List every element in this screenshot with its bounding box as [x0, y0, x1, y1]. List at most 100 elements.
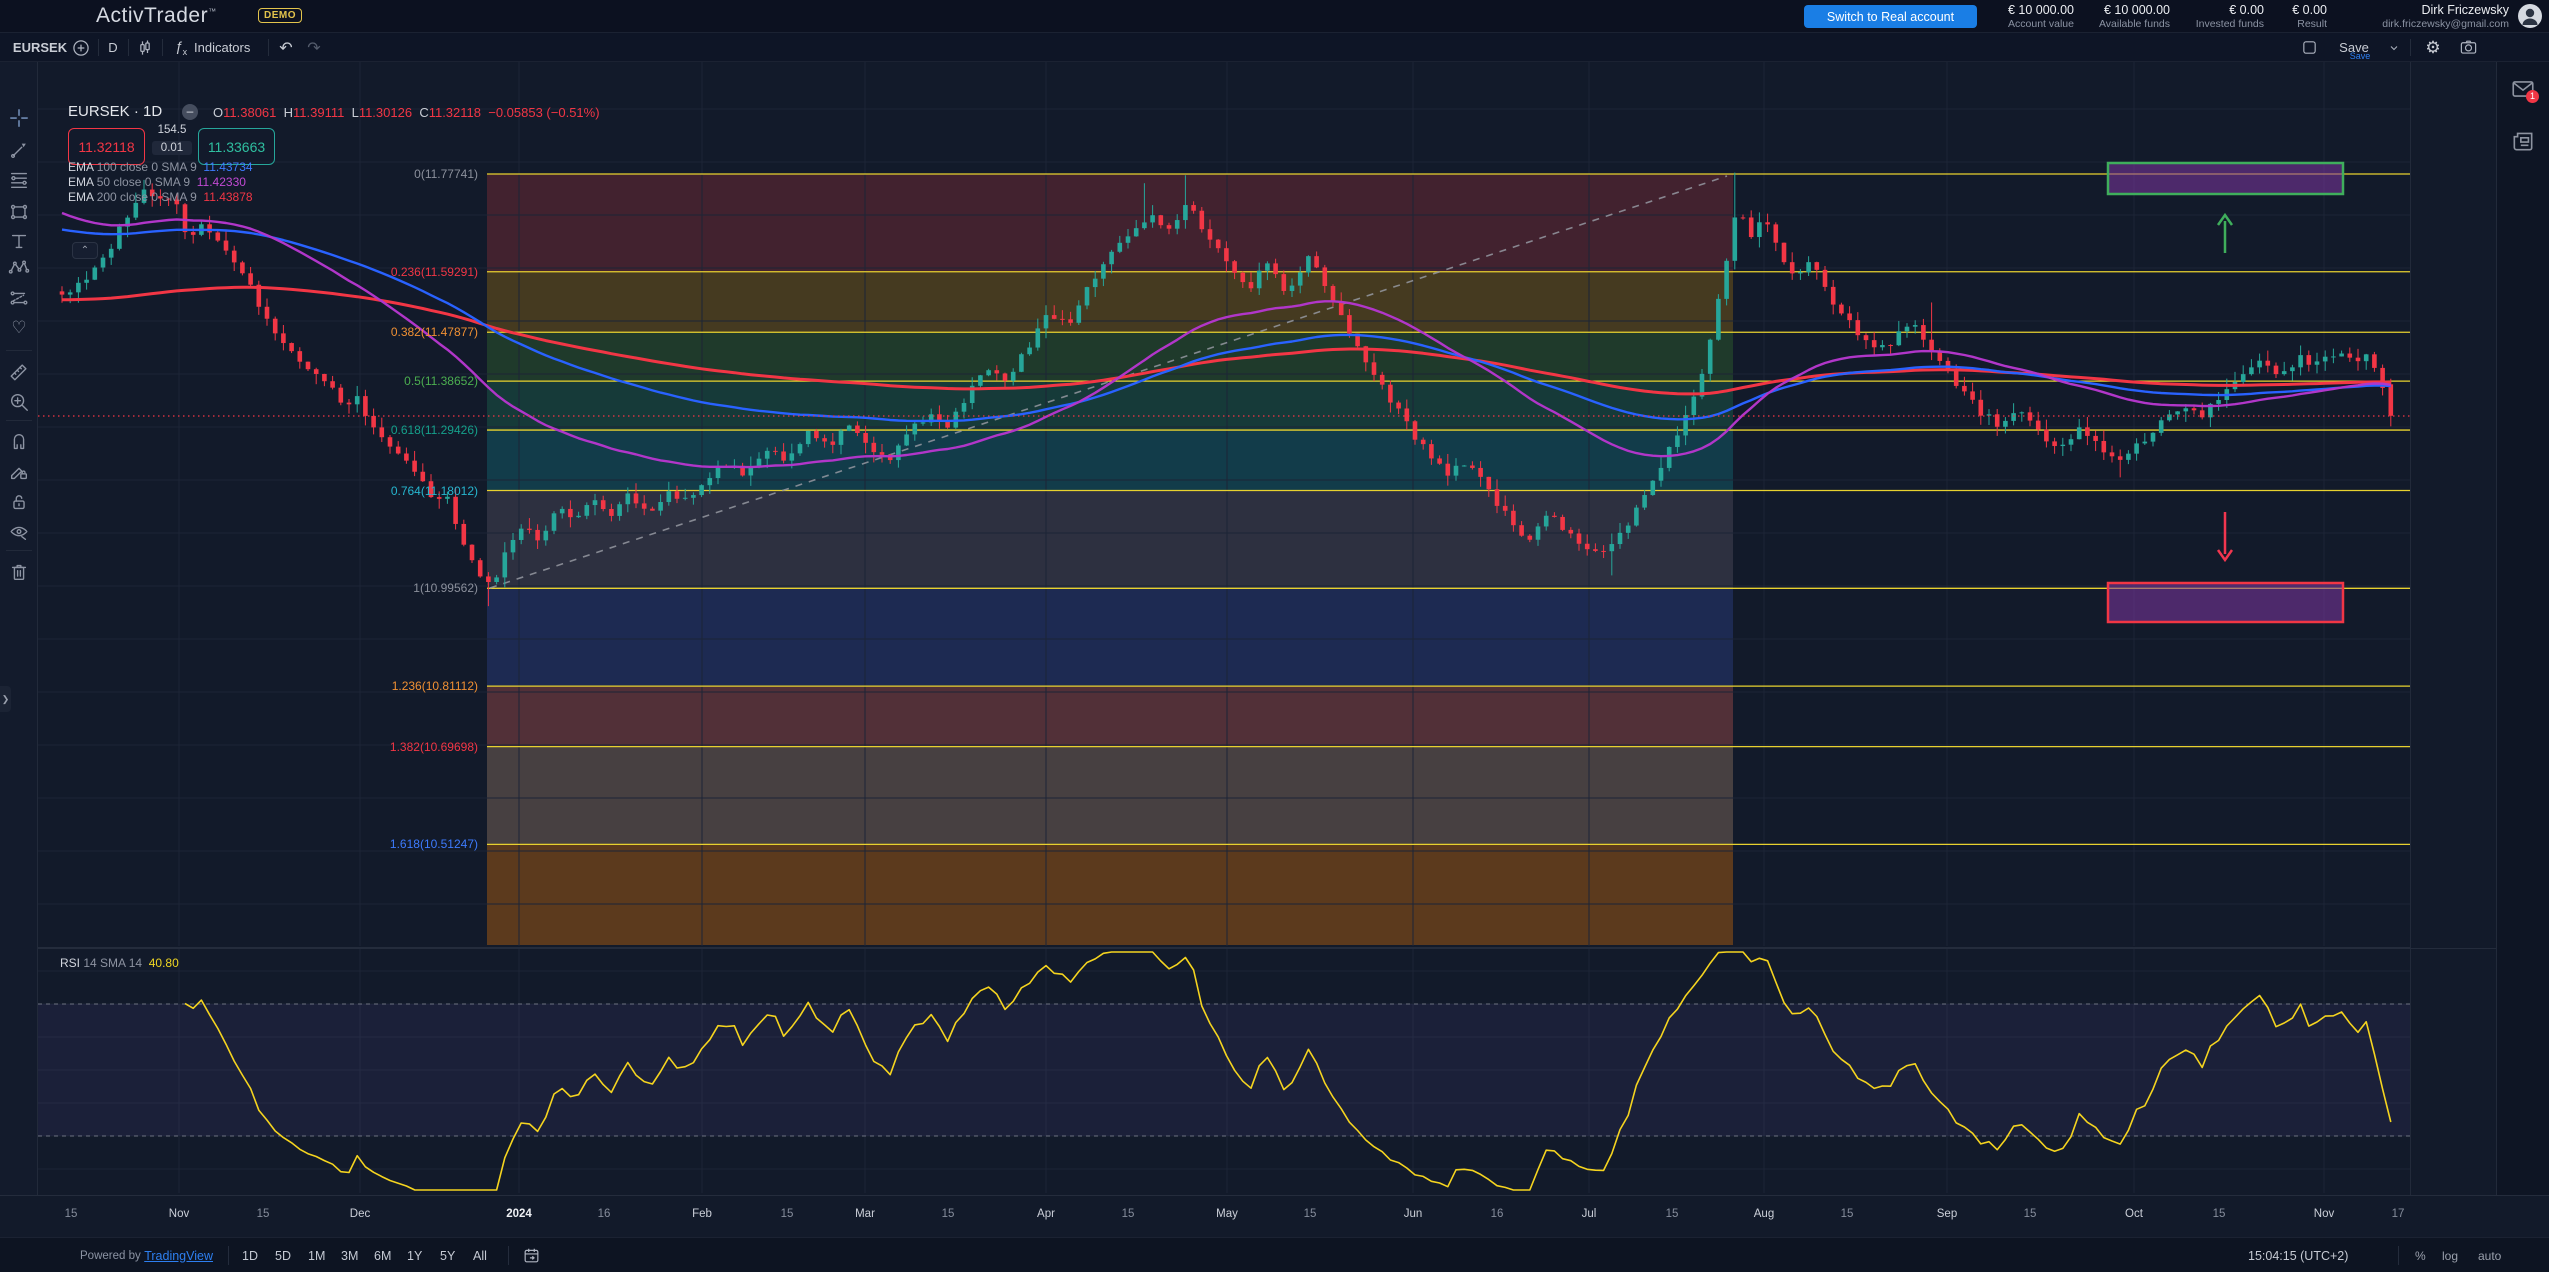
fib-level-label: 1(10.99562) — [413, 581, 478, 595]
time-tick: Oct — [2125, 1208, 2143, 1220]
clock[interactable]: 15:04:15 (UTC+2) — [2248, 1238, 2348, 1272]
spread-value: 154.5 — [147, 124, 197, 136]
tools-separator — [6, 350, 32, 351]
compare-add-button[interactable] — [64, 33, 98, 62]
chart-toolbar: EURSEK D ƒx Indicators ↶ ↷ Save Save ⚙ — [0, 33, 2549, 62]
layout-button[interactable] — [2294, 33, 2324, 62]
go-to-date-button[interactable] — [522, 1238, 541, 1272]
expand-panel-chevron[interactable]: ❯ — [0, 686, 11, 712]
pane-divider[interactable] — [38, 948, 2496, 949]
chart-style-button[interactable] — [128, 33, 162, 62]
time-tick: May — [1216, 1208, 1238, 1220]
percent-scale-toggle[interactable]: % — [2415, 1238, 2426, 1272]
time-tick: 15 — [1304, 1208, 1317, 1220]
chart-legend-title[interactable]: EURSEK · 1D — [68, 103, 162, 120]
pip-step-value: 0.01 — [152, 141, 192, 155]
tools-separator — [6, 550, 32, 551]
hide-all-tool[interactable] — [7, 520, 31, 544]
drawing-mode-tool[interactable] — [7, 460, 31, 484]
user-info[interactable]: Dirk Friczewskydirk.friczewsky@gmail.com — [2382, 3, 2509, 30]
range-button-3m[interactable]: 3M — [341, 1238, 358, 1272]
messages-envelope-icon[interactable]: 1 — [2510, 76, 2536, 102]
crosshair-tool[interactable] — [7, 106, 31, 130]
time-tick: 2024 — [506, 1208, 532, 1220]
fib-level-label: 1.618(10.51247) — [390, 837, 478, 851]
top-header: ActivTrader™ DEMO Switch to Real account… — [0, 0, 2549, 33]
time-tick: Aug — [1754, 1208, 1774, 1220]
toolbar-separator — [268, 39, 269, 56]
time-axis[interactable]: 15Nov15Dec202416Feb15Mar15Apr15May15Jun1… — [38, 1196, 2496, 1237]
time-tick: 15 — [1666, 1208, 1679, 1220]
stat-result: € 0.00Result — [2292, 3, 2327, 30]
news-icon[interactable] — [2510, 128, 2536, 154]
time-tick: 15 — [781, 1208, 794, 1220]
collapse-legend-chevron[interactable]: ⌃ — [72, 242, 98, 259]
time-tick: Sep — [1937, 1208, 1957, 1220]
chart-canvas[interactable] — [38, 62, 2496, 1195]
settings-gear-icon[interactable]: ⚙ — [2418, 33, 2448, 62]
indicators-button[interactable]: Indicators — [194, 33, 264, 62]
time-tick: 15 — [942, 1208, 955, 1220]
range-button-6m[interactable]: 6M — [374, 1238, 391, 1272]
time-tick: 15 — [1122, 1208, 1135, 1220]
fib-level-label: 1.236(10.81112) — [392, 679, 478, 693]
bottom-separator — [2398, 1246, 2399, 1265]
time-tick: Jul — [1582, 1208, 1597, 1220]
rsi-legend[interactable]: RSI 14 SMA 14 40.80 — [60, 956, 179, 970]
time-tick: Jun — [1404, 1208, 1423, 1220]
ohlc-readout: O11.38061 H11.39111 L11.30126 C11.32118 … — [213, 105, 600, 120]
text-tool[interactable] — [7, 229, 31, 253]
switch-to-real-button[interactable]: Switch to Real account — [1804, 5, 1977, 28]
powered-by: Powered by TradingView — [80, 1238, 213, 1272]
range-button-1m[interactable]: 1M — [308, 1238, 325, 1272]
stat-available-funds: € 10 000.00Available funds — [2099, 3, 2170, 30]
ema-50-legend[interactable]: EMA 50 close 0 SMA 9 11.42330 — [68, 175, 246, 189]
collapse-symbol-icon[interactable]: – — [182, 104, 198, 120]
ema-100-legend[interactable]: EMA 100 close 0 SMA 9 11.43734 — [68, 160, 253, 174]
fib-retracement-tool[interactable] — [7, 168, 31, 192]
activtrader-app: ActivTrader™ DEMO Switch to Real account… — [0, 0, 2549, 1272]
axis-divider — [0, 1195, 2549, 1196]
forecast-tool[interactable] — [7, 286, 31, 310]
undo-button[interactable]: ↶ — [272, 33, 300, 62]
redo-button[interactable]: ↷ — [300, 33, 328, 62]
range-button-5d[interactable]: 5D — [275, 1238, 291, 1272]
zoom-in-tool[interactable] — [7, 390, 31, 414]
right-sidebar: 1 — [2496, 62, 2549, 1195]
screenshot-camera-icon[interactable] — [2452, 33, 2484, 62]
auto-scale-toggle[interactable]: auto — [2478, 1238, 2501, 1272]
fx-icon[interactable]: ƒx — [166, 33, 196, 62]
time-tick: 16 — [598, 1208, 611, 1220]
range-button-1d[interactable]: 1D — [242, 1238, 258, 1272]
measure-ruler-tool[interactable] — [7, 360, 31, 384]
avatar[interactable] — [2517, 3, 2543, 29]
range-button-all[interactable]: All — [473, 1238, 487, 1272]
save-tooltip: Save — [2340, 51, 2380, 61]
time-tick: Feb — [692, 1208, 712, 1220]
price-axis[interactable]: 11.9000011.8000011.7774111.7000011.59291… — [2410, 62, 2496, 1195]
save-menu-chevron[interactable] — [2382, 33, 2406, 62]
range-button-1y[interactable]: 1Y — [407, 1238, 422, 1272]
symbol-button[interactable]: EURSEK — [10, 33, 70, 62]
tools-separator — [6, 420, 32, 421]
time-tick: Mar — [855, 1208, 875, 1220]
interval-button[interactable]: D — [98, 33, 128, 62]
log-scale-toggle[interactable]: log — [2442, 1238, 2458, 1272]
lock-all-tool[interactable] — [7, 490, 31, 514]
time-tick: Apr — [1037, 1208, 1055, 1220]
time-tick: 15 — [1841, 1208, 1854, 1220]
stat-invested-funds: € 0.00Invested funds — [2196, 3, 2264, 30]
magnet-tool[interactable] — [7, 430, 31, 454]
xabcd-pattern-tool[interactable] — [7, 256, 31, 280]
range-button-5y[interactable]: 5Y — [440, 1238, 455, 1272]
time-tick: Dec — [350, 1208, 370, 1220]
tradingview-link[interactable]: TradingView — [144, 1249, 213, 1263]
ema-200-legend[interactable]: EMA 200 close 0 SMA 9 11.43878 — [68, 190, 253, 204]
fib-level-label: 0.382(11.47877) — [391, 325, 478, 339]
remove-all-tool[interactable] — [7, 560, 31, 584]
drawing-tools-panel: ♡ — [0, 62, 38, 1195]
emoji-heart-tool[interactable]: ♡ — [7, 316, 31, 340]
shapes-tool[interactable] — [7, 200, 31, 224]
trend-line-tool[interactable] — [7, 138, 31, 162]
fib-level-label: 1.382(10.69698) — [390, 740, 478, 754]
